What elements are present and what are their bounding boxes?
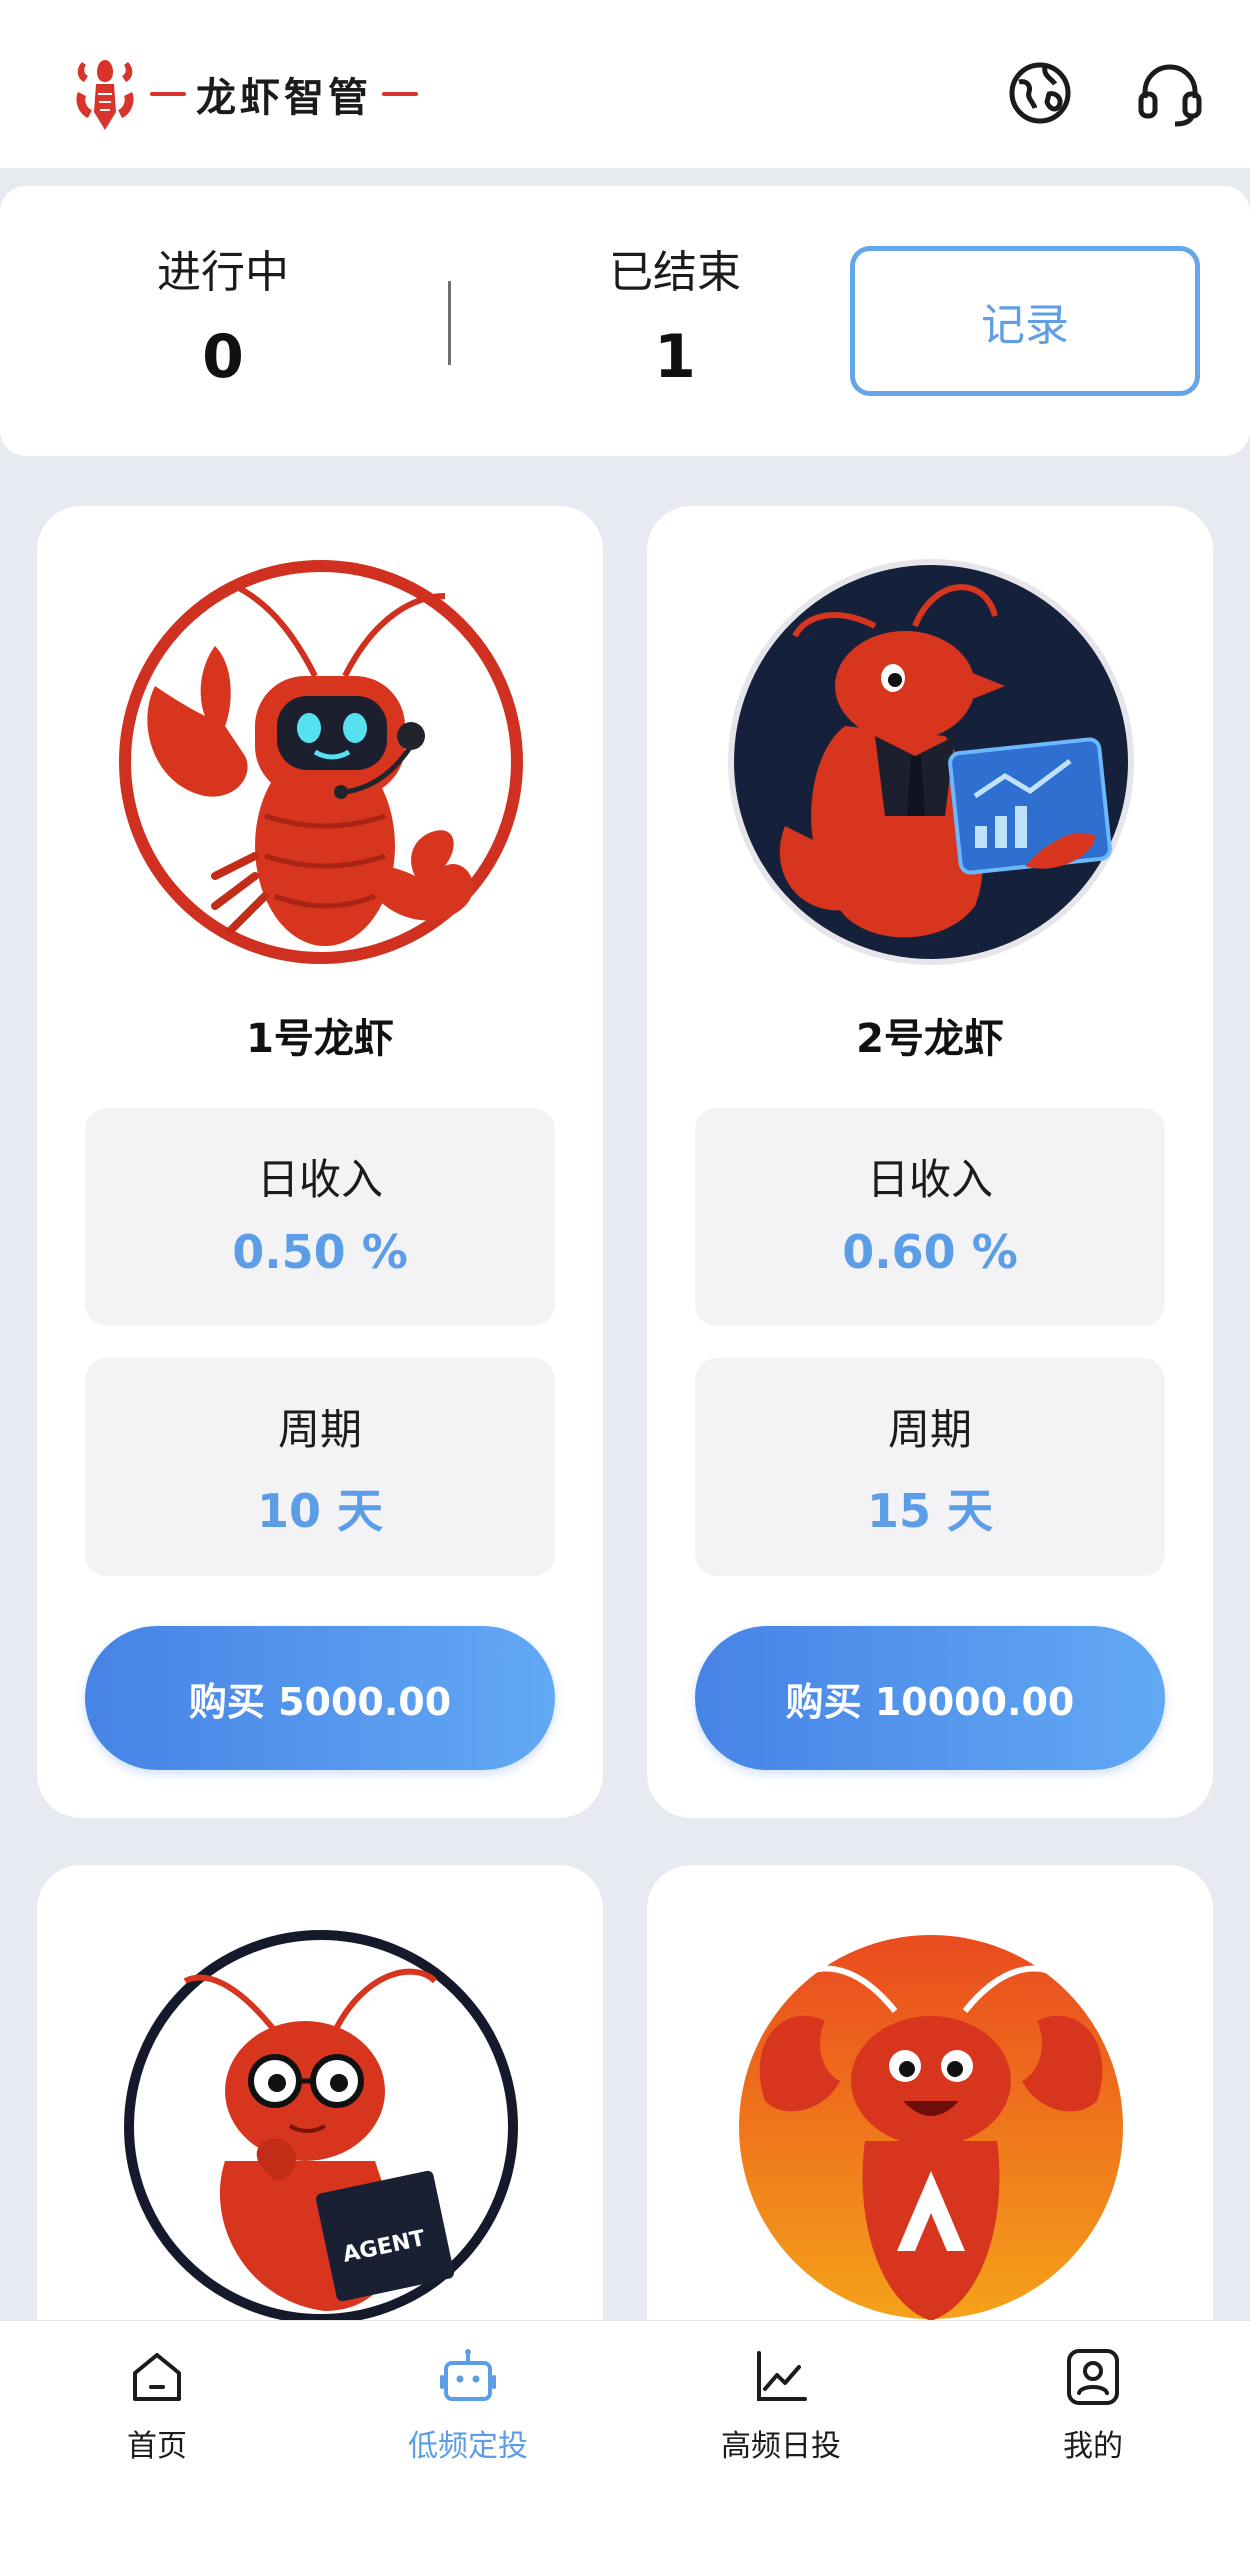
ended-stat: 已结束 1 [525, 236, 825, 392]
period-value: 10 天 [256, 1484, 384, 1538]
daily-income-label: 日收入 [256, 1155, 383, 1204]
nav-high-frequency-label: 高频日投 [721, 2429, 841, 2464]
nav-home[interactable]: 首页 [7, 2347, 307, 2465]
app-header: 龙虾智管 [0, 0, 1250, 168]
period-box: 周期 15 天 [695, 1358, 1165, 1576]
ended-value: 1 [654, 322, 696, 392]
period-value: 15 天 [866, 1484, 994, 1538]
nav-low-frequency[interactable]: 低频定投 [318, 2347, 618, 2465]
in-progress-stat: 进行中 0 [73, 236, 373, 392]
logo-dash-left [150, 92, 186, 96]
line-chart-icon [757, 2351, 807, 2401]
bottom-nav: 首页 低频定投 高频日投 我的 [0, 2320, 1250, 2561]
ended-label: 已结束 [609, 247, 741, 298]
product-name: 2号龙虾 [856, 1016, 1004, 1062]
product-name: 1号龙虾 [246, 1016, 394, 1062]
in-progress-label: 进行中 [157, 247, 289, 298]
nav-home-label: 首页 [127, 2429, 187, 2464]
profile-icon [1067, 2349, 1119, 2405]
logo-dash-right [382, 92, 418, 96]
daily-income-value: 0.60 % [842, 1225, 1018, 1279]
stats-divider [448, 281, 451, 365]
product-card-1: 1号龙虾 日收入 0.50 % 周期 10 天 购买 5000.00 [37, 506, 603, 1818]
period-label: 周期 [277, 1405, 362, 1454]
nav-mine[interactable]: 我的 [943, 2347, 1243, 2465]
robot-icon [440, 2349, 496, 2401]
lobster-mascot-avatar [739, 1935, 1123, 2321]
lobster-robot-avatar [119, 560, 523, 964]
nav-low-frequency-label: 低频定投 [408, 2429, 528, 2464]
period-label: 周期 [887, 1405, 972, 1454]
buy-button[interactable]: 购买 5000.00 [85, 1626, 555, 1770]
daily-income-box: 日收入 0.50 % [85, 1108, 555, 1326]
globe-language-icon[interactable] [1005, 58, 1075, 128]
product-card-2: 2号龙虾 日收入 0.60 % 周期 15 天 购买 10000.00 [647, 506, 1213, 1818]
product-card-4 [647, 1865, 1213, 2365]
lobster-reader-avatar: AGENT [124, 1930, 518, 2324]
headset-support-icon[interactable] [1135, 58, 1205, 128]
order-stats-panel: 进行中 0 已结束 1 记录 [0, 186, 1250, 456]
in-progress-value: 0 [202, 322, 244, 392]
daily-income-label: 日收入 [866, 1155, 993, 1204]
record-button[interactable]: 记录 [850, 246, 1200, 396]
daily-income-box: 日收入 0.60 % [695, 1108, 1165, 1326]
app-title: 龙虾智管 [196, 75, 372, 121]
period-box: 周期 10 天 [85, 1358, 555, 1576]
app-logo: 龙虾智管 [70, 52, 428, 136]
lobster-analyst-avatar [728, 559, 1134, 965]
home-icon [133, 2353, 181, 2401]
daily-income-value: 0.50 % [232, 1225, 408, 1279]
nav-high-frequency[interactable]: 高频日投 [631, 2347, 931, 2465]
product-card-3: AGENT [37, 1865, 603, 2365]
buy-button[interactable]: 购买 10000.00 [695, 1626, 1165, 1770]
lobster-logo-icon [76, 60, 134, 130]
nav-mine-label: 我的 [1063, 2429, 1123, 2464]
